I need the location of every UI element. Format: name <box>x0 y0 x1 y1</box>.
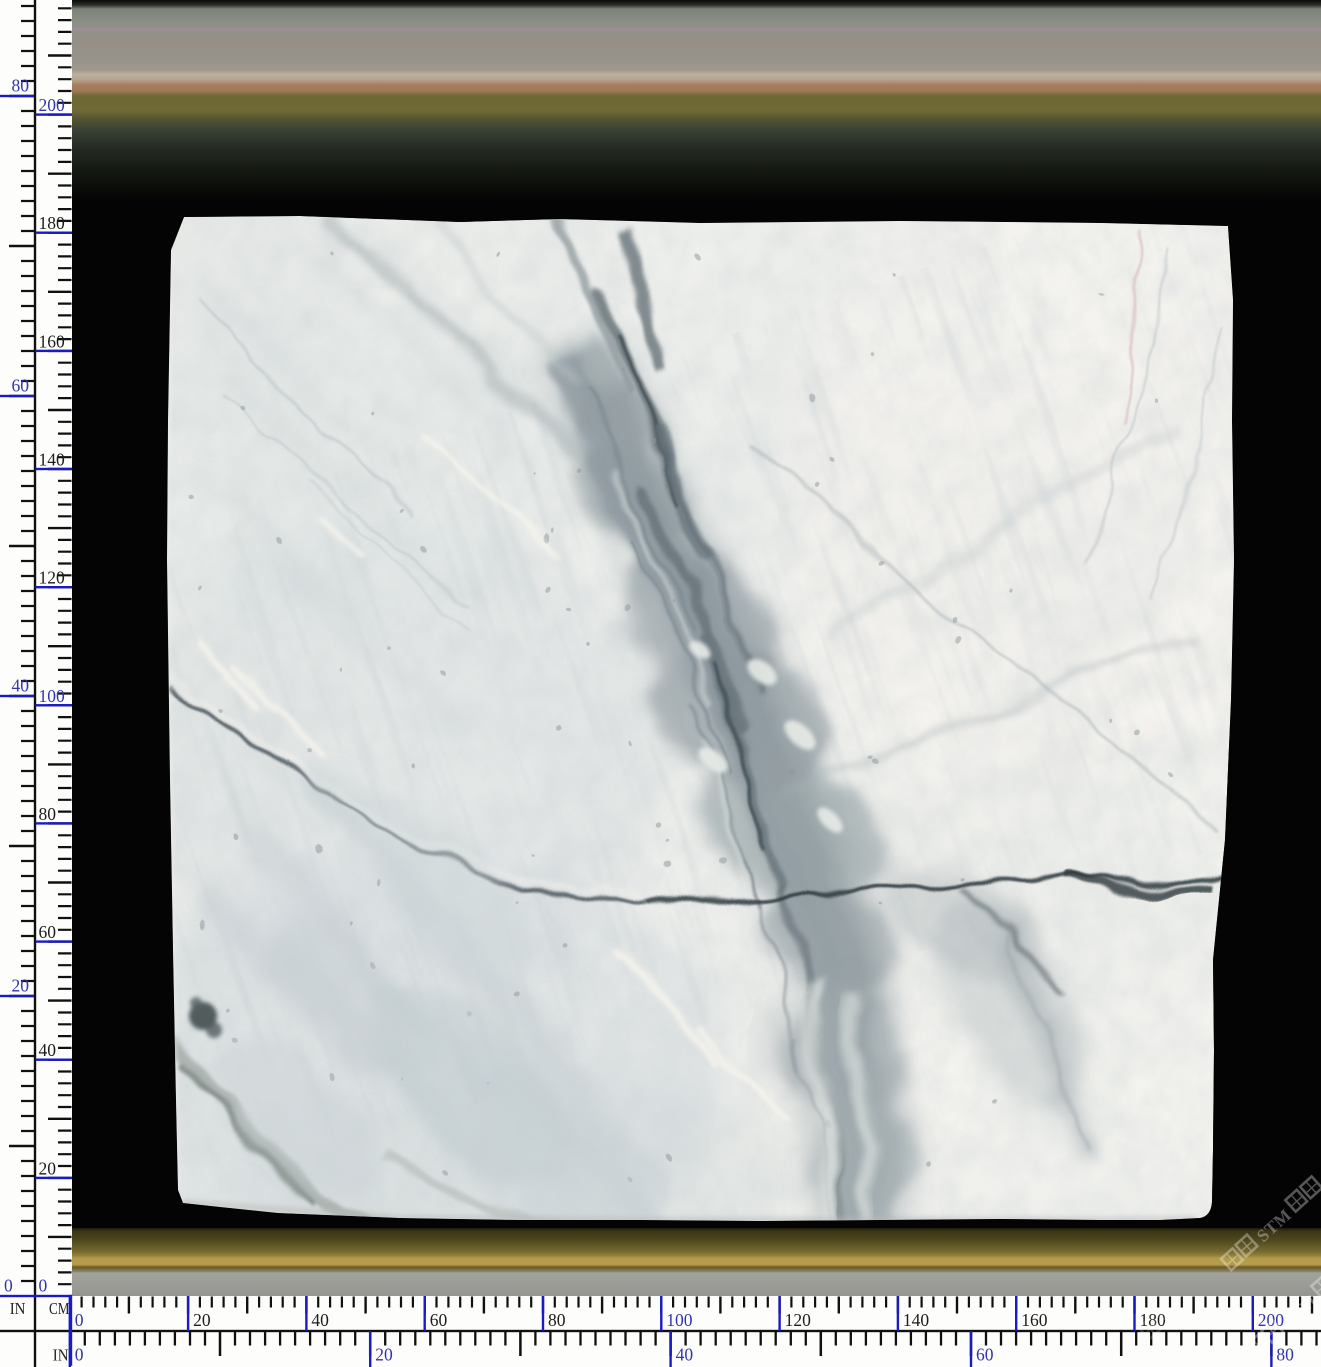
svg-text:20: 20 <box>375 1345 393 1365</box>
svg-text:20: 20 <box>12 976 30 996</box>
svg-text:140: 140 <box>903 1310 930 1330</box>
svg-text:80: 80 <box>39 804 57 824</box>
svg-text:60: 60 <box>39 922 57 942</box>
svg-text:180: 180 <box>39 213 66 233</box>
svg-text:IN: IN <box>53 1346 69 1365</box>
svg-text:80: 80 <box>12 76 30 96</box>
svg-text:120: 120 <box>39 568 66 588</box>
svg-text:80: 80 <box>1276 1345 1294 1365</box>
svg-text:160: 160 <box>39 331 66 351</box>
svg-text:40: 40 <box>311 1310 329 1330</box>
svg-text:40: 40 <box>12 676 30 696</box>
svg-text:100: 100 <box>39 686 66 706</box>
svg-text:40: 40 <box>39 1040 57 1060</box>
svg-text:IN: IN <box>10 1299 26 1318</box>
svg-text:140: 140 <box>39 450 66 470</box>
svg-text:0: 0 <box>39 1276 48 1296</box>
svg-text:0: 0 <box>75 1310 84 1330</box>
svg-text:20: 20 <box>193 1310 211 1330</box>
svg-text:0: 0 <box>75 1345 84 1365</box>
svg-text:20: 20 <box>39 1158 57 1178</box>
svg-text:200: 200 <box>39 95 66 115</box>
svg-text:40: 40 <box>676 1345 694 1365</box>
svg-text:0: 0 <box>4 1276 13 1296</box>
svg-text:100: 100 <box>666 1310 693 1330</box>
svg-text:CM: CM <box>49 1299 70 1318</box>
svg-text:120: 120 <box>785 1310 812 1330</box>
svg-text:160: 160 <box>1021 1310 1047 1330</box>
svg-text:60: 60 <box>430 1310 448 1330</box>
svg-text:60: 60 <box>12 376 30 396</box>
svg-text:80: 80 <box>548 1310 566 1330</box>
svg-text:60: 60 <box>976 1345 994 1365</box>
